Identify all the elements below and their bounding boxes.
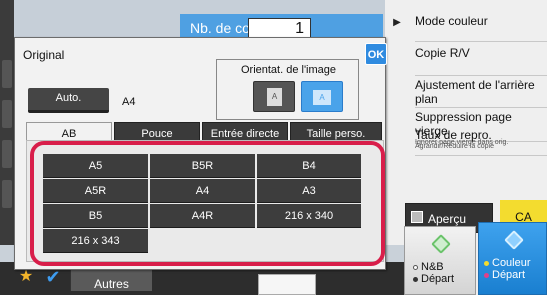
setting-zoom[interactable]: Taux de repro. Agrandir/Réduire la copie [415, 128, 547, 156]
orientation-portrait-button[interactable]: A [253, 81, 295, 112]
selection-highlight [30, 141, 385, 266]
left-edge-tab[interactable] [2, 140, 12, 168]
left-edge-tab[interactable] [2, 180, 12, 208]
left-edge-tab[interactable] [2, 60, 12, 88]
setting-title: Ajustement de l'arrière plan [415, 78, 535, 106]
orientation-landscape-button[interactable]: A [301, 81, 343, 112]
setting-title: Copie R/V [415, 46, 470, 60]
bw-dot-icon [413, 276, 418, 282]
setting-subtitle: Agrandir/Réduire la copie [415, 143, 494, 150]
setting-background-adjust[interactable]: Ajustement de l'arrière plan [415, 78, 547, 108]
start-color-line1: Couleur [492, 257, 531, 269]
start-bw-button[interactable]: N&B Départ [404, 226, 476, 295]
portrait-page-icon: A [267, 88, 282, 106]
expand-arrow-icon[interactable]: ▶ [385, 12, 409, 34]
start-bw-line2: Départ [421, 273, 455, 285]
start-color-text: Couleur Départ [484, 257, 531, 281]
color-dot-icon [484, 272, 489, 278]
orientation-group: Orientat. de l'image A A [216, 59, 359, 120]
setting-color-mode[interactable]: Mode couleur [415, 14, 547, 42]
setting-title: Taux de repro. [415, 128, 492, 142]
detected-size-value: A4 [122, 96, 136, 108]
start-diamond-icon [431, 234, 451, 254]
setting-title: Mode couleur [415, 14, 488, 28]
start-diamond-icon [504, 230, 524, 250]
start-color-button[interactable]: Couleur Départ [478, 222, 547, 295]
setting-duplex[interactable]: Copie R/V [415, 46, 547, 76]
start-bw-text: N&B Départ [413, 261, 454, 285]
auto-size-button[interactable]: Auto. [28, 88, 109, 113]
mini-preview-thumbnail [258, 274, 316, 295]
orientation-label: Orientat. de l'image [240, 64, 337, 76]
ok-button[interactable]: OK [365, 43, 387, 65]
dialog-title: Original [23, 48, 65, 62]
start-bw-line1: N&B [421, 261, 444, 273]
bw-dot-icon [413, 264, 418, 270]
start-color-line2: Départ [492, 269, 526, 281]
color-dot-icon [484, 260, 489, 266]
left-edge-tab[interactable] [2, 100, 12, 128]
landscape-page-icon: A [313, 90, 331, 105]
preview-icon [411, 211, 423, 223]
